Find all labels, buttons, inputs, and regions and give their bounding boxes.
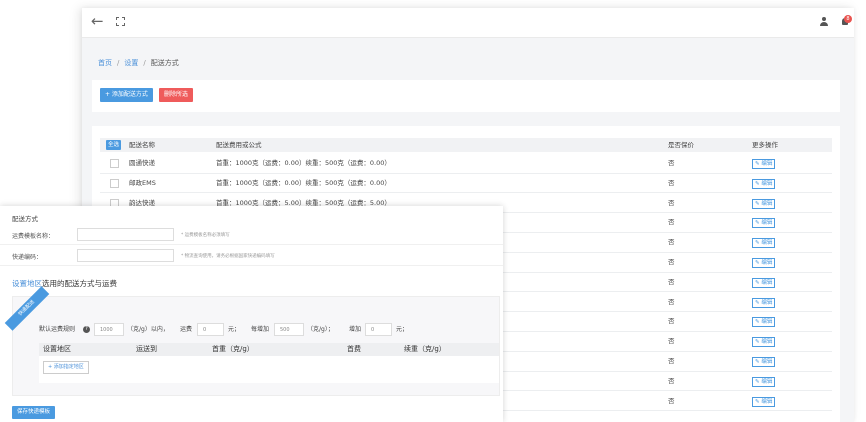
first-weight-input[interactable]: 1000 [94,323,124,336]
default-rule-label: 默认运费规则 [39,326,76,333]
add-fee-label: 增加 [349,326,362,333]
first-fee-label: 运费 [180,326,193,333]
row-insured: 否 [668,376,675,385]
edit-button[interactable]: ✎ 编辑 [752,337,776,348]
header-formula: 配送费用或公式 [216,141,262,149]
edit-button[interactable]: ✎ 编辑 [752,218,776,229]
region-table-header: 设置地区 运送到 首重（克/g） 首费 续重（克/g） [39,343,499,356]
region-header-first-fee: 首费 [347,345,361,353]
add-weight-label: 每增加 [251,326,270,333]
top-bar: ← 8 [82,8,854,38]
breadcrumb-current: 配送方式 [150,59,179,67]
express-delivery-panel: 快递配送 默认运费规则 ? 1000 （克/g）以内， 运费 0 元； 每增加 … [4,286,500,396]
edit-button[interactable]: ✎ 编辑 [752,238,776,249]
edit-button[interactable]: ✎ 编辑 [752,297,776,308]
region-header-ship-to: 运送到 [136,345,157,353]
fullscreen-icon[interactable] [116,17,125,26]
edit-button[interactable]: ✎ 编辑 [752,198,776,209]
express-code-input[interactable] [77,249,174,262]
row-insured: 否 [668,277,675,286]
row-insured: 否 [668,258,675,266]
region-table: 设置地区 运送到 首重（克/g） 首费 续重（克/g） + 添加指定地区 [39,343,499,383]
edit-button[interactable]: ✎ 编辑 [752,277,776,288]
edit-button[interactable]: ✎ 编辑 [752,376,776,387]
region-header-first-weight: 首重（克/g） [212,345,254,353]
action-bar: + 添加配送方式 删除所选 [92,80,840,112]
region-header-area: 设置地区 [43,345,71,353]
help-question-icon[interactable]: ? [83,326,90,333]
select-all-button[interactable]: 全选 [106,140,122,150]
row-insured: 否 [668,337,675,346]
edit-button[interactable]: ✎ 编辑 [752,317,776,328]
add-fee-input[interactable]: 0 [365,323,392,336]
template-name-label: 运费模板名称： [12,233,55,240]
row-insured: 否 [668,317,675,326]
table-header: 全选 配送名称 配送费用或公式 是否保价 更多操作 [100,138,832,152]
edit-button[interactable]: ✎ 编辑 [752,178,776,189]
express-code-row: 快递编码： * 物流查询使用，请务必根据国家快递编码填写 [0,246,503,266]
region-header-continue-weight: 续重（克/g） [404,345,446,353]
first-weight-unit: （克/g）以内， [127,326,169,333]
edit-button[interactable]: ✎ 编辑 [752,258,776,268]
first-fee-unit: 元； [228,326,241,333]
add-weight-input[interactable]: 500 [274,323,304,336]
row-name: 圆通快递 [129,159,155,167]
header-insured: 是否保价 [668,141,694,149]
row-formula: 首重：1000克（运费：0.00）续重：500克（运费：0.00） [216,159,391,167]
express-code-hint: * 物流查询使用，请务必根据国家快递编码填写 [181,254,275,259]
breadcrumb: 首页 / 设置 / 配送方式 [98,59,179,67]
row-insured: 否 [668,178,675,187]
row-insured: 否 [668,238,675,247]
edit-button[interactable]: ✎ 编辑 [752,396,776,407]
template-name-row: 运费模板名称： * 运费模板名称必须填写 [0,225,503,245]
row-name: 邮政EMS [129,178,156,187]
set-region-link[interactable]: 设置地区 [12,279,42,288]
header-name: 配送名称 [129,141,155,149]
dialog-title: 配送方式 [12,215,38,223]
shipping-template-dialog: 配送方式 运费模板名称： * 运费模板名称必须填写 快递编码： * 物流查询使用… [0,206,503,422]
row-checkbox[interactable] [110,178,119,188]
add-weight-unit: （克/g）； [307,326,334,333]
add-fee-unit: 元； [396,326,409,333]
row-insured: 否 [668,159,675,167]
row-checkbox[interactable] [110,159,119,168]
region-section-title: 设置地区选用的配送方式与运费 [12,279,117,288]
edit-button[interactable]: ✎ 编辑 [752,357,776,367]
express-code-label: 快递编码： [12,254,43,261]
template-name-input[interactable] [77,228,174,241]
row-insured: 否 [668,357,675,365]
template-name-hint: * 运费模板名称必须填写 [181,233,230,238]
table-row: 圆通快递 首重：1000克（运费：0.00）续重：500克（运费：0.00） 否 ✎ … [100,154,832,174]
notification-badge: 8 [844,15,852,23]
row-formula: 首重：1000克（运费：0.00）续重：500克（运费：0.00） [216,178,391,187]
row-insured: 否 [668,396,675,405]
header-more: 更多操作 [752,141,778,149]
user-icon[interactable] [820,17,828,28]
add-shipping-method-button[interactable]: + 添加配送方式 [100,88,153,102]
row-insured: 否 [668,198,675,207]
edit-button[interactable]: ✎ 编辑 [752,159,776,169]
save-template-button[interactable]: 保存快递模板 [12,406,56,419]
add-specified-region-button[interactable]: + 添加指定地区 [43,361,89,374]
row-insured: 否 [668,297,675,306]
breadcrumb-settings[interactable]: 设置 [124,59,138,67]
breadcrumb-home[interactable]: 首页 [98,59,112,67]
back-arrow-icon[interactable]: ← [91,14,104,29]
first-fee-input[interactable]: 0 [197,323,224,336]
row-insured: 否 [668,218,675,227]
table-row: 邮政EMS 首重：1000克（运费：0.00）续重：500克（运费：0.00） 否 ✎… [100,174,832,194]
delete-selected-button[interactable]: 删除所选 [159,88,194,102]
